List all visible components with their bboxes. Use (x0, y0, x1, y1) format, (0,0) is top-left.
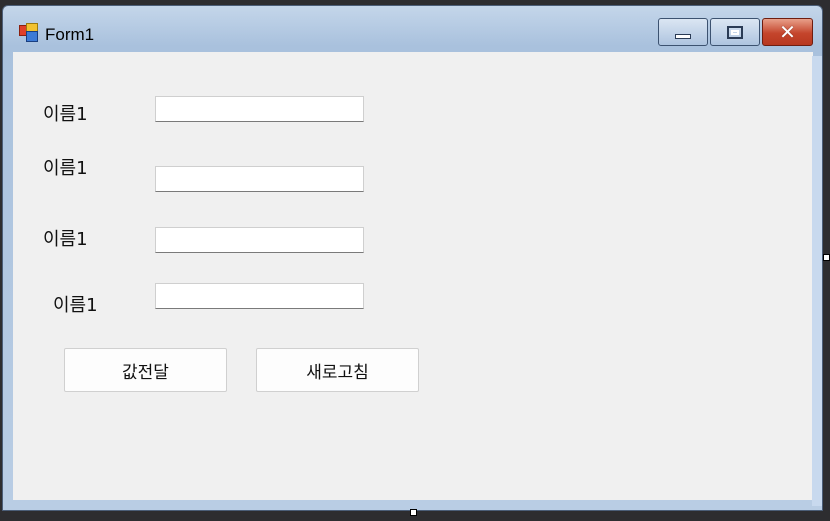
minimize-button[interactable] (658, 18, 708, 46)
maximize-button[interactable] (710, 18, 760, 46)
minimize-icon (675, 33, 691, 39)
field-label-2: 이름1 (43, 158, 88, 179)
form-window: Form1 ✕ 이름1 이름1 이름1 이름1 값전달 새로고침 (2, 5, 823, 511)
form-app-icon (19, 23, 39, 42)
name-input-1[interactable] (155, 96, 364, 122)
name-input-4[interactable] (155, 283, 364, 309)
refresh-button[interactable]: 새로고침 (256, 348, 419, 392)
name-input-3[interactable] (155, 227, 364, 253)
name-input-2[interactable] (155, 166, 364, 192)
maximize-icon (727, 25, 743, 39)
close-button[interactable]: ✕ (762, 18, 813, 46)
send-value-button[interactable]: 값전달 (64, 348, 227, 392)
designer-edge-strip (812, 56, 822, 506)
title-bar[interactable]: Form1 ✕ (3, 6, 822, 50)
resize-handle-bottom[interactable] (410, 509, 417, 516)
field-label-1: 이름1 (43, 104, 88, 125)
form-client-area: 이름1 이름1 이름1 이름1 값전달 새로고침 (13, 52, 813, 500)
resize-handle-right[interactable] (823, 254, 830, 261)
close-icon: ✕ (779, 20, 796, 44)
field-label-3: 이름1 (43, 229, 88, 250)
field-label-4: 이름1 (53, 295, 98, 316)
window-title: Form1 (45, 25, 95, 44)
